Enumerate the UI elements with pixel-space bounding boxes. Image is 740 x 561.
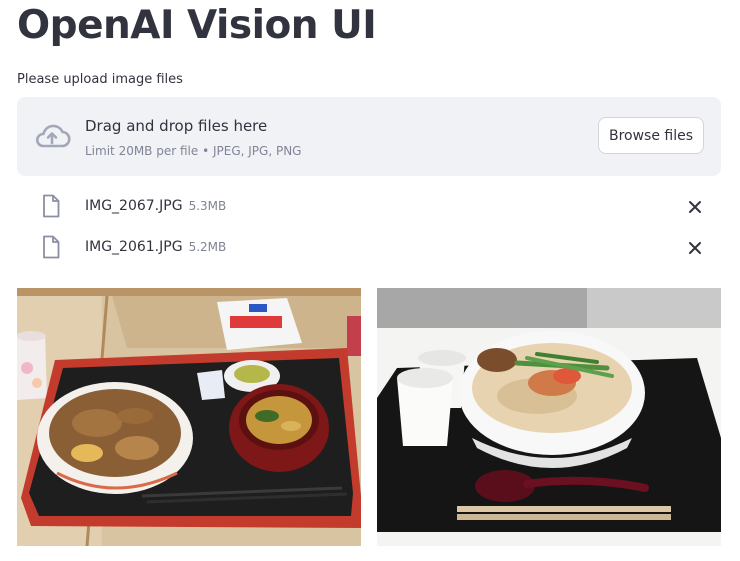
browse-files-button[interactable]: Browse files [598,117,704,154]
file-size: 5.2MB [188,240,227,254]
uploaded-file-row: IMG_2061.JPG 5.2MB [17,233,721,263]
close-icon [689,242,701,254]
file-name: IMG_2061.JPG 5.2MB [85,238,226,256]
remove-file-button[interactable] [685,197,705,217]
close-icon [689,201,701,213]
dropzone-subtitle: Limit 20MB per file • JPEG, JPG, PNG [85,144,302,158]
file-dropzone[interactable]: Drag and drop files here Limit 20MB per … [17,97,721,176]
gyudon-meal-photo [17,288,361,546]
cloud-upload-icon [35,124,71,148]
uploaded-file-row: IMG_2067.JPG 5.3MB [17,192,721,222]
file-icon [43,235,60,259]
page-title: OpenAI Vision UI [17,3,377,48]
upload-label: Please upload image files [17,72,183,87]
file-name-text: IMG_2061.JPG [85,239,183,255]
dropzone-title: Drag and drop files here [85,117,268,135]
ramen-bowl-photo [377,288,721,546]
file-name: IMG_2067.JPG 5.3MB [85,197,226,215]
file-size: 5.3MB [188,199,227,213]
remove-file-button[interactable] [685,238,705,258]
file-icon [43,194,60,218]
file-name-text: IMG_2067.JPG [85,198,183,214]
